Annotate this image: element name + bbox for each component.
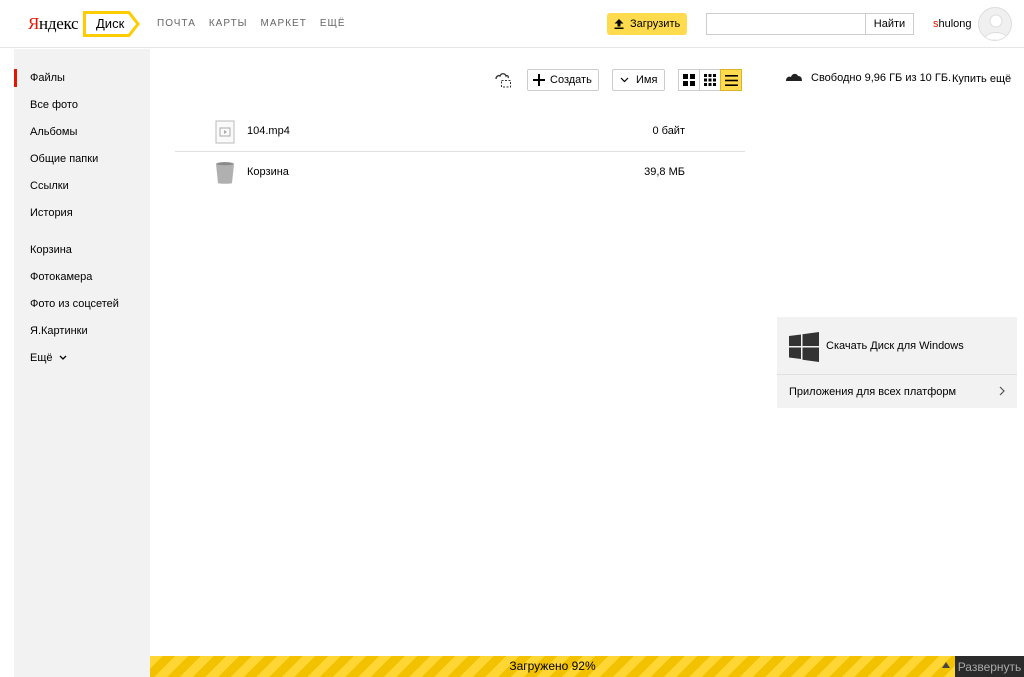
upload-button-label: Загрузить [630,18,681,30]
list-view-icon [724,74,738,86]
upload-progress-bar[interactable]: Загружено 92% [150,656,955,677]
promo-panel: Скачать Диск для Windows Приложения для … [777,317,1017,408]
header: Яндекс Диск ПОЧТА КАРТЫ МАРКЕТ ЕЩЁ Загру… [0,0,1024,48]
large-grid-icon [683,74,695,86]
small-grid-icon [704,74,716,86]
caret-up-icon [942,662,950,668]
create-button[interactable]: Создать [527,69,599,91]
sidebar-item-ya-images[interactable]: Я.Картинки [30,325,88,337]
user-avatar-icon [983,14,1009,40]
nav-link-mail[interactable]: ПОЧТА [157,18,196,29]
sidebar-item-shared-folders[interactable]: Общие папки [30,153,98,165]
file-row[interactable]: Корзина 39,8 МБ [175,152,745,192]
sort-button-label: Имя [636,74,658,86]
chevron-down-icon [620,77,629,83]
yandex-logo[interactable]: Яндекс [28,14,79,34]
download-windows-label: Скачать Диск для Windows [826,340,964,352]
nav-link-market[interactable]: МАРКЕТ [261,18,307,29]
create-button-label: Создать [550,74,592,86]
all-platforms-link[interactable]: Приложения для всех платформ [789,386,956,398]
sidebar-item-trash[interactable]: Корзина [30,244,72,256]
view-list-button[interactable] [720,69,742,91]
disk-logo-text: Диск [96,16,125,31]
file-name: 104.mp4 [247,125,290,137]
view-mode-switch [678,69,745,91]
sidebar-item-files[interactable]: Файлы [30,72,65,84]
video-file-icon [215,120,235,149]
sidebar-active-indicator [14,69,17,87]
search-button[interactable]: Найти [865,13,914,35]
disk-storage-icon [786,73,802,81]
chevron-down-icon [59,355,67,360]
windows-logo-icon [789,332,819,367]
quota-text: Свободно 9,96 ГБ из 10 ГБ. [811,72,952,84]
quota-info: Свободно 9,96 ГБ из 10 ГБ. [785,72,951,84]
file-size: 0 байт [652,125,685,137]
sidebar-item-links[interactable]: Ссылки [30,180,69,192]
select-files-icon[interactable] [494,72,512,88]
sidebar-item-all-photos[interactable]: Все фото [30,99,78,111]
trash-bin-icon [215,161,235,190]
username[interactable]: shulong [933,18,972,30]
username-text: shulong [933,18,972,30]
file-size: 39,8 МБ [644,166,685,178]
upload-progress-text: Загружено 92% [509,659,596,673]
plus-icon [533,74,545,86]
file-row[interactable]: 104.mp4 0 байт [175,111,745,151]
chevron-right-icon [999,385,1005,399]
search-input[interactable] [706,13,866,35]
nav-link-more[interactable]: ЕЩЁ [320,18,346,29]
view-large-tiles-button[interactable] [678,69,700,91]
sidebar-item-history[interactable]: История [30,207,73,219]
file-name: Корзина [247,166,289,178]
sidebar-item-camera[interactable]: Фотокамера [30,271,92,283]
expand-button[interactable]: Развернуть [955,656,1024,677]
download-windows-link[interactable]: Скачать Диск для Windows [777,317,1017,375]
upload-button[interactable]: Загрузить [607,13,687,35]
upload-icon [614,19,624,29]
nav-link-maps[interactable]: КАРТЫ [209,18,248,29]
sidebar: Файлы Все фото Альбомы Общие папки Ссылк… [14,49,150,677]
sidebar-item-more-label: Ещё [30,352,53,364]
sort-button[interactable]: Имя [612,69,665,91]
buy-more-link[interactable]: Купить ещё [952,73,1011,85]
top-nav: ПОЧТА КАРТЫ МАРКЕТ ЕЩЁ [157,18,346,29]
disk-logo[interactable]: Диск [83,11,140,37]
sidebar-item-albums[interactable]: Альбомы [30,126,77,138]
yandex-logo-text: Яндекс [28,14,79,33]
avatar[interactable] [978,7,1012,41]
sidebar-item-more[interactable]: Ещё [30,352,67,364]
sidebar-item-social-photos[interactable]: Фото из соцсетей [30,298,119,310]
view-small-tiles-button[interactable] [699,69,721,91]
